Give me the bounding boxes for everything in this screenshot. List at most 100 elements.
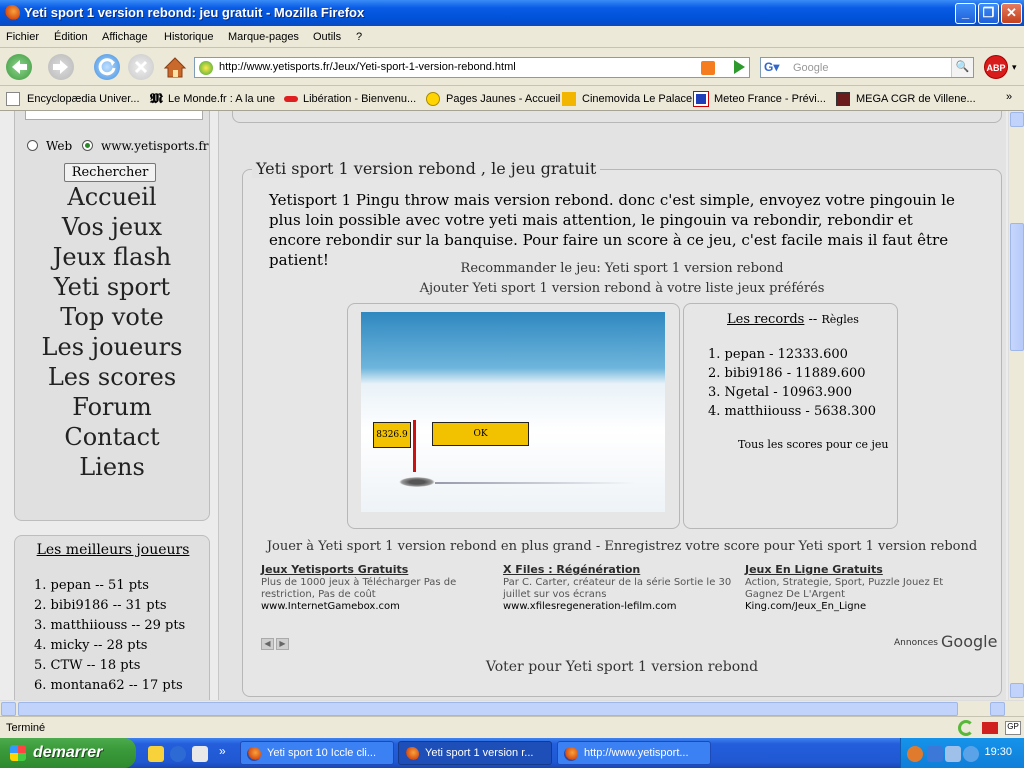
ads-google-brand[interactable]: Google	[941, 632, 997, 651]
status-flag-icon[interactable]	[982, 722, 998, 734]
scroll-left-arrow-icon[interactable]	[1, 702, 16, 716]
minimize-button[interactable]: _	[955, 3, 976, 24]
scroll-down-arrow-icon[interactable]	[1010, 683, 1024, 698]
url-bar[interactable]: http://www.yetisports.fr/Jeux/Yeti-sport…	[194, 57, 750, 78]
go-arrow-icon[interactable]	[734, 60, 745, 74]
tray-messenger-icon[interactable]	[963, 746, 979, 762]
nav-vos-jeux[interactable]: Vos jeux	[0, 213, 224, 241]
ad-2-title[interactable]: X Files : Régénération	[503, 563, 640, 576]
adblock-plus-icon[interactable]: ABP	[984, 55, 1008, 79]
menu-marque-pages[interactable]: Marque-pages	[228, 31, 299, 43]
radio-web[interactable]	[27, 140, 38, 151]
bookmark-liberation[interactable]: Libération - Bienvenu...	[303, 93, 416, 105]
ad-1-title[interactable]: Jeux Yetisports Gratuits	[261, 563, 408, 576]
scroll-right-arrow-icon[interactable]	[990, 702, 1005, 716]
status-gp-icon[interactable]: GP	[1005, 721, 1021, 735]
ad-1-url[interactable]: www.InternetGamebox.com	[261, 601, 400, 612]
scroll-up-arrow-icon[interactable]	[1010, 112, 1024, 127]
vertical-scrollbar[interactable]	[1008, 111, 1024, 700]
ad-1-desc: Plus de 1000 jeux à Télécharger Pas de r…	[261, 577, 457, 600]
ad-3-title[interactable]: Jeux En Ligne Gratuits	[745, 563, 883, 576]
windows-taskbar: demarrer » Yeti sport 10 Iccle cli... Ye…	[0, 738, 1024, 768]
maximize-button[interactable]: ❐	[978, 3, 999, 24]
quicklaunch-overflow-icon[interactable]: »	[219, 744, 226, 758]
bookmark-cinemovida[interactable]: Cinemovida Le Palace	[582, 93, 692, 105]
status-addon-icon[interactable]	[958, 720, 974, 736]
ad-prev-button[interactable]: ◀	[261, 638, 274, 650]
bookmark-page-icon	[6, 92, 20, 106]
ad-2-url[interactable]: www.xfilesregeneration-lefilm.com	[503, 601, 676, 612]
nav-liens[interactable]: Liens	[0, 453, 224, 481]
vertical-scroll-thumb[interactable]	[1010, 223, 1024, 351]
vote-link[interactable]: Voter pour Yeti sport 1 version rebond	[242, 659, 1002, 675]
reload-button[interactable]	[94, 54, 120, 80]
horizontal-scrollbar[interactable]	[0, 700, 1024, 716]
nav-les-scores[interactable]: Les scores	[0, 363, 224, 391]
menu-fichier[interactable]: Fichier	[6, 31, 39, 43]
menu-affichage[interactable]: Affichage	[102, 31, 148, 43]
search-button[interactable]: Rechercher	[64, 163, 156, 182]
best-player-3: 3. matthiiouss -- 29 pts	[34, 618, 186, 633]
game-ok-button[interactable]: OK	[432, 422, 529, 446]
rss-feed-icon[interactable]	[701, 61, 715, 75]
home-button[interactable]	[162, 54, 188, 80]
menu-help[interactable]: ?	[356, 31, 362, 43]
task-yetisport-url[interactable]: http://www.yetisport...	[557, 741, 711, 765]
close-button[interactable]: ✕	[1001, 3, 1022, 24]
nav-jeux-flash[interactable]: Jeux flash	[0, 243, 224, 271]
back-arrow-icon	[12, 60, 27, 74]
nav-accueil[interactable]: Accueil	[0, 183, 224, 211]
ad-3-url[interactable]: King.com/Jeux_En_Ligne	[745, 601, 866, 612]
quicklaunch-outlook-icon[interactable]	[192, 746, 208, 762]
liberation-icon	[284, 96, 298, 102]
bookmark-meteo-france[interactable]: Meteo France - Prévi...	[714, 93, 826, 105]
task-yeti-sport-10[interactable]: Yeti sport 10 Iccle cli...	[240, 741, 394, 765]
bookmark-pages-jaunes[interactable]: Pages Jaunes - Accueil	[446, 93, 560, 105]
stop-button[interactable]	[128, 54, 154, 80]
nav-les-joueurs[interactable]: Les joueurs	[0, 333, 224, 361]
toolbar-overflow-icon[interactable]: ▾	[1012, 62, 1017, 73]
radio-site-dot	[85, 143, 90, 148]
tray-volume-icon[interactable]	[945, 746, 961, 762]
task-yeti-sport-1[interactable]: Yeti sport 1 version r...	[398, 741, 552, 765]
previous-box-bottom	[232, 111, 1002, 123]
bookmarks-overflow-icon[interactable]: »	[1006, 91, 1012, 103]
search-icon[interactable]: 🔍	[951, 58, 973, 77]
bookmark-mega-cgr[interactable]: MEGA CGR de Villene...	[856, 93, 976, 105]
site-search-input[interactable]	[25, 111, 203, 120]
penguin-sprite	[399, 477, 435, 487]
play-bigger-link[interactable]: Jouer à Yeti sport 1 version rebond en p…	[242, 539, 1002, 554]
nav-yeti-sport[interactable]: Yeti sport	[0, 273, 224, 301]
best-player-2: 2. bibi9186 -- 31 pts	[34, 598, 167, 613]
add-favorites-link[interactable]: Ajouter Yeti sport 1 version rebond à vo…	[242, 281, 1002, 296]
start-button[interactable]: demarrer	[0, 738, 136, 768]
bookmark-le-monde[interactable]: Le Monde.fr : A la une	[168, 93, 275, 105]
nav-forum[interactable]: Forum	[0, 393, 224, 421]
nav-contact[interactable]: Contact	[0, 423, 224, 451]
google-engine-icon[interactable]: G▾	[764, 60, 780, 75]
horizontal-scroll-thumb[interactable]	[18, 702, 958, 716]
tray-network-icon[interactable]	[927, 746, 943, 762]
records-title-link[interactable]: Les records	[727, 312, 804, 327]
radio-site[interactable]	[82, 140, 93, 151]
quicklaunch-explorer-icon[interactable]	[148, 746, 164, 762]
search-bar[interactable]: G▾ Google 🔍	[760, 57, 974, 78]
tray-arrow-icon[interactable]	[907, 746, 923, 762]
bookmark-encyclopaedia[interactable]: Encyclopædia Univer...	[27, 93, 140, 105]
back-button[interactable]	[6, 54, 32, 80]
records-separator: --	[808, 312, 818, 327]
quicklaunch-ie-icon[interactable]	[170, 746, 186, 762]
all-scores-link[interactable]: Tous les scores pour ce jeu	[738, 438, 889, 451]
best-players-title[interactable]: Les meilleurs joueurs	[15, 542, 211, 558]
rules-link[interactable]: Règles	[821, 313, 859, 326]
nav-top-vote[interactable]: Top vote	[0, 303, 224, 331]
ads-label[interactable]: Annonces	[894, 638, 938, 648]
recommend-link[interactable]: Recommander le jeu: Yeti sport 1 version…	[242, 261, 1002, 276]
game-flash-area[interactable]: 8326.9 OK	[361, 312, 665, 512]
menu-outils[interactable]: Outils	[313, 31, 341, 43]
menu-edition[interactable]: Édition	[54, 31, 88, 43]
forward-button[interactable]	[48, 54, 74, 80]
menu-historique[interactable]: Historique	[164, 31, 214, 43]
ad-next-button[interactable]: ▶	[276, 638, 289, 650]
home-icon	[163, 57, 187, 78]
